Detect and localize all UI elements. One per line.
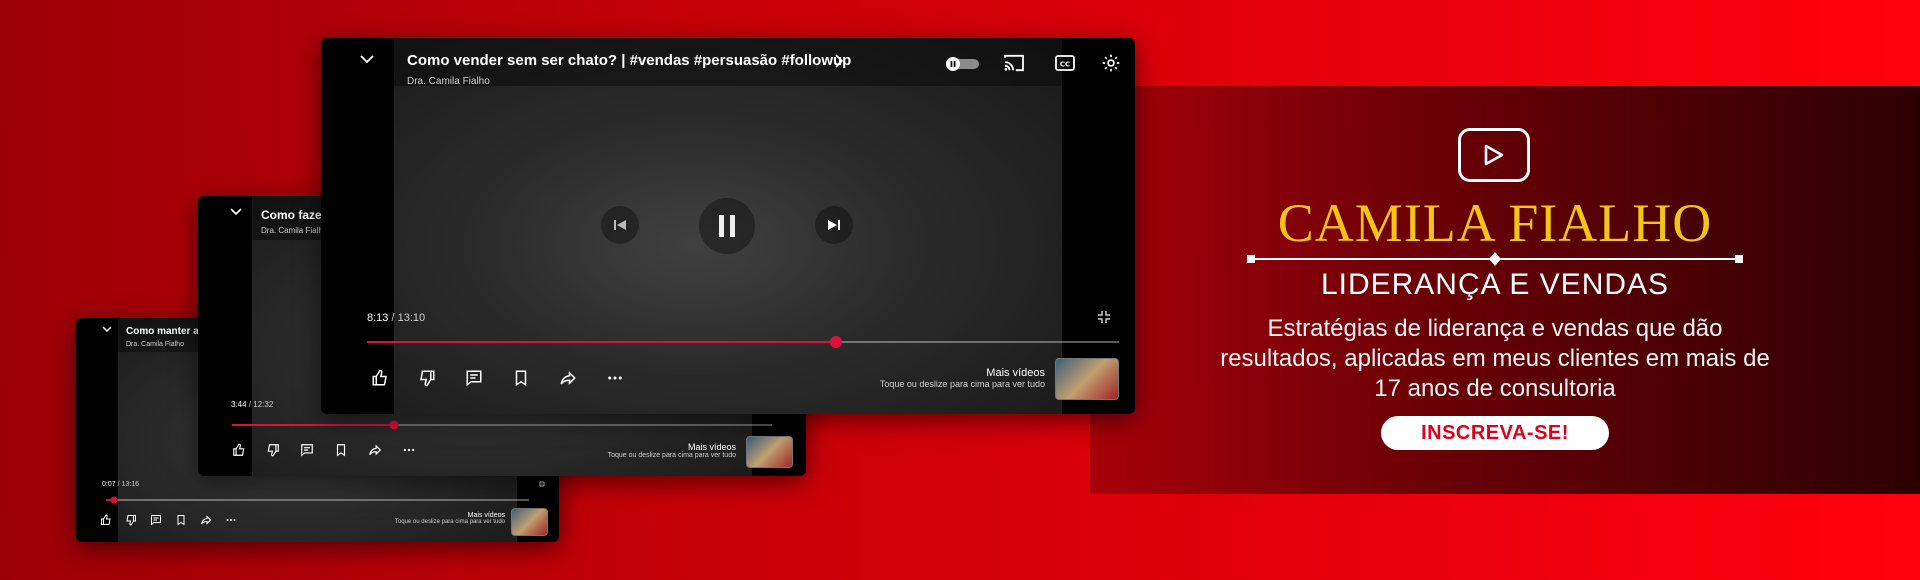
share-icon[interactable]	[200, 514, 212, 526]
previous-video-button[interactable]	[601, 206, 639, 244]
save-icon[interactable]	[175, 514, 187, 526]
brand-name: CAMILA FIALHO	[1277, 193, 1713, 253]
more-videos-thumbnail[interactable]	[1055, 358, 1119, 400]
comments-icon[interactable]	[465, 369, 483, 387]
like-icon[interactable]	[371, 369, 389, 387]
dislike-icon[interactable]	[418, 369, 436, 387]
time-current: 3:44	[231, 400, 247, 409]
brand-subtitle: LIDERANÇA E VENDAS	[1320, 268, 1670, 301]
action-bar	[100, 514, 237, 526]
fullscreen-exit-icon[interactable]	[538, 480, 546, 488]
progress-fill	[232, 424, 394, 426]
like-icon[interactable]	[100, 514, 112, 526]
divider-ornament	[1247, 252, 1743, 266]
more-videos[interactable]: Mais vídeos Toque ou deslize para cima p…	[395, 512, 505, 525]
video-player-front[interactable]: Como vender sem ser chato? | #vendas #pe…	[321, 38, 1135, 414]
more-videos-label: Mais vídeos	[986, 367, 1045, 379]
pause-button[interactable]	[699, 198, 755, 254]
more-videos-label: Mais vídeos	[467, 512, 505, 519]
progress-bar[interactable]	[367, 336, 1119, 348]
save-icon[interactable]	[512, 369, 530, 387]
channel-name[interactable]: Dra. Camila Fialho	[126, 341, 184, 348]
time-total: 13:10	[397, 312, 426, 324]
more-options-icon[interactable]	[606, 369, 624, 387]
time-separator: /	[388, 312, 398, 324]
cast-icon[interactable]	[1003, 54, 1025, 72]
dislike-icon[interactable]	[125, 514, 137, 526]
progress-bar[interactable]	[232, 420, 772, 430]
brand-description: Estratégias de liderança e vendas que dã…	[1220, 315, 1770, 402]
more-videos-hint: Toque ou deslize para cima para ver tudo	[394, 519, 505, 525]
more-options-icon[interactable]	[402, 443, 416, 457]
progress-bar[interactable]	[106, 496, 529, 504]
share-icon[interactable]	[559, 369, 577, 387]
video-title[interactable]: Como vender sem ser chato? | #vendas #pe…	[407, 52, 851, 69]
title-chevron-right-icon[interactable]	[835, 54, 843, 68]
video-title[interactable]: Como fazer	[261, 208, 326, 222]
more-videos-label: Mais vídeos	[687, 442, 736, 452]
minimize-chevron-icon[interactable]	[102, 326, 112, 332]
more-videos-hint: Toque ou deslize para cima para ver tudo	[879, 379, 1045, 389]
time-current: 0:07	[102, 481, 116, 488]
more-options-icon[interactable]	[225, 514, 237, 526]
autoplay-toggle[interactable]	[945, 56, 981, 72]
save-icon[interactable]	[334, 443, 348, 457]
progress-fill	[367, 341, 837, 343]
time-total: 12:32	[253, 400, 274, 409]
next-video-button[interactable]	[815, 206, 853, 244]
time-current: 8:13	[367, 312, 389, 324]
time-display: 3:44 / 12:32	[231, 400, 273, 409]
action-bar	[371, 369, 624, 387]
more-videos[interactable]: Mais vídeos Toque ou deslize para cima p…	[880, 367, 1045, 389]
more-videos-hint: Toque ou deslize para cima para ver tudo	[607, 452, 736, 459]
time-total: 13:16	[121, 481, 139, 488]
more-videos-thumbnail[interactable]	[746, 436, 793, 468]
minimize-chevron-icon[interactable]	[230, 208, 242, 215]
youtube-play-icon	[1458, 128, 1530, 182]
settings-gear-icon[interactable]	[1101, 53, 1121, 73]
progress-handle[interactable]	[110, 496, 118, 504]
dislike-icon[interactable]	[266, 443, 280, 457]
svg-text:CC: CC	[1060, 61, 1070, 69]
like-icon[interactable]	[232, 443, 246, 457]
progress-handle[interactable]	[389, 420, 399, 430]
minimize-chevron-icon[interactable]	[360, 55, 374, 63]
fullscreen-exit-icon[interactable]	[1097, 310, 1111, 324]
action-bar	[232, 443, 416, 457]
channel-name[interactable]: Dra. Camila Fialho	[261, 226, 327, 235]
more-videos-thumbnail[interactable]	[511, 508, 548, 536]
progress-handle[interactable]	[830, 336, 843, 348]
time-display: 0:07 / 13:16	[102, 481, 139, 488]
comments-icon[interactable]	[150, 514, 162, 526]
more-videos[interactable]: Mais vídeos Toque ou deslize para cima p…	[608, 442, 736, 459]
comments-icon[interactable]	[300, 443, 314, 457]
captions-icon[interactable]: CC	[1055, 55, 1075, 71]
share-icon[interactable]	[368, 443, 382, 457]
time-display: 8:13 / 13:10	[367, 312, 425, 324]
subscribe-button[interactable]: INSCREVA-SE!	[1381, 416, 1609, 450]
channel-name[interactable]: Dra. Camila Fialho	[407, 76, 490, 87]
